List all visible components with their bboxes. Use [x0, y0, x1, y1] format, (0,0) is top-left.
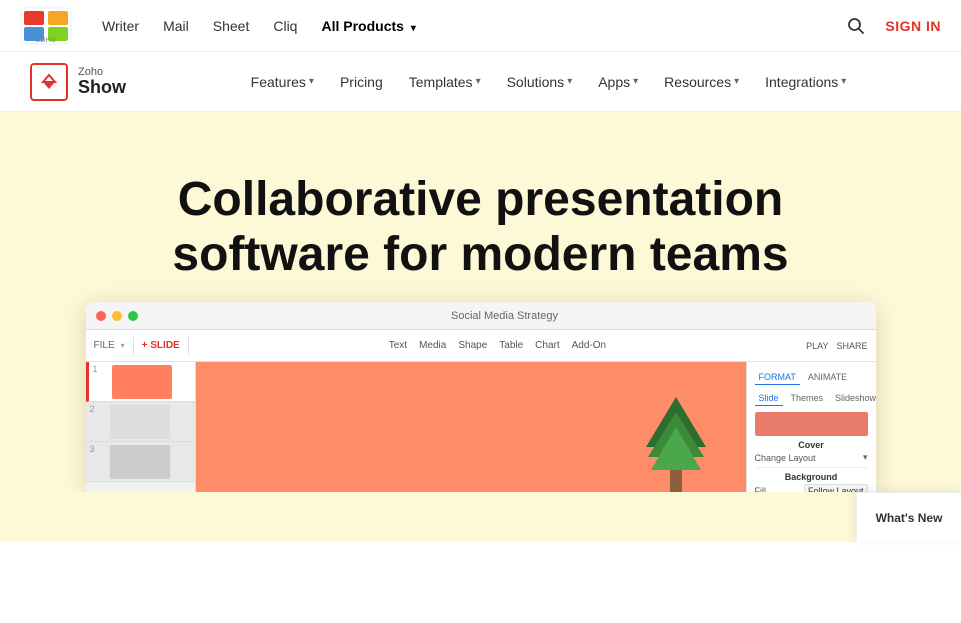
- nav-apps[interactable]: Apps ▾: [588, 68, 648, 96]
- zoho-logo[interactable]: ZOHO: [20, 7, 72, 45]
- play-button[interactable]: PLAY: [806, 341, 828, 351]
- whats-new-badge[interactable]: What's New: [856, 492, 961, 542]
- toolbar-right: PLAY SHARE: [806, 341, 867, 351]
- top-nav-sheet[interactable]: Sheet: [213, 18, 250, 34]
- tab-animate[interactable]: ANIMATE: [804, 370, 851, 385]
- top-nav-all-products[interactable]: All Products ▾: [321, 18, 415, 34]
- slide-thumb-3[interactable]: 3: [86, 442, 195, 482]
- layout-section-title: Cover: [755, 440, 868, 450]
- top-bar: ZOHO Writer Mail Sheet Cliq All Products…: [0, 0, 961, 52]
- slide-panel: 1 2 3: [86, 362, 196, 492]
- right-format-panel: FORMAT ANIMATE Slide Themes Slideshow Co…: [746, 362, 876, 492]
- layout-preview: [755, 412, 868, 436]
- features-chevron-icon: ▾: [309, 76, 314, 87]
- toolbar-add-slide-group: + SLIDE: [142, 340, 180, 351]
- app-title-bar: Social Media Strategy: [144, 310, 866, 322]
- product-nav: Zoho Show Features ▾ Pricing Templates ▾…: [0, 52, 961, 112]
- tool-chart[interactable]: Chart: [535, 340, 559, 351]
- format-panel-tabs: FORMAT ANIMATE: [755, 370, 868, 385]
- app-chrome: Social Media Strategy: [86, 302, 876, 330]
- tool-addon[interactable]: Add-On: [572, 340, 606, 351]
- app-main: 1 2 3: [86, 362, 876, 492]
- nav-solutions[interactable]: Solutions ▾: [497, 68, 583, 96]
- fill-row: Fill Follow Layout: [755, 484, 868, 492]
- integrations-chevron-icon: ▾: [841, 76, 846, 87]
- templates-chevron-icon: ▾: [476, 76, 481, 87]
- toolbar-sep-1: [133, 337, 134, 355]
- brand-show-label: Show: [78, 78, 126, 98]
- tab-slide[interactable]: Slide: [755, 391, 783, 406]
- brand-icon: [30, 63, 68, 101]
- panel-divider: [755, 467, 868, 468]
- toolbar-tools: Text Media Shape Table Chart Add-On: [197, 340, 798, 351]
- toolbar-file-chevron-icon: ▾: [121, 341, 125, 350]
- slide-num-3: 3: [90, 444, 95, 454]
- tab-format[interactable]: FORMAT: [755, 370, 800, 385]
- top-nav-writer[interactable]: Writer: [102, 18, 139, 34]
- nav-pricing[interactable]: Pricing: [330, 68, 393, 96]
- top-nav-mail[interactable]: Mail: [163, 18, 189, 34]
- product-nav-items: Features ▾ Pricing Templates ▾ Solutions…: [166, 68, 931, 96]
- brand-logo[interactable]: Zoho Show: [30, 63, 126, 101]
- tool-table[interactable]: Table: [499, 340, 523, 351]
- bg-section-title: Background: [755, 472, 868, 482]
- toolbar-file-group: FILE ▾: [94, 340, 125, 351]
- slide-thumb-2[interactable]: 2: [86, 402, 195, 442]
- window-close-dot: [96, 311, 106, 321]
- svg-text:ZOHO: ZOHO: [36, 37, 57, 44]
- top-bar-right: SIGN IN: [843, 13, 941, 39]
- change-layout-row: Change Layout ▾: [755, 452, 868, 463]
- brand-name: Zoho Show: [78, 66, 126, 98]
- nav-resources[interactable]: Resources ▾: [654, 68, 749, 96]
- hero-section: Collaborative presentation software for …: [0, 112, 961, 492]
- canvas-area: [196, 362, 746, 492]
- top-nav: Writer Mail Sheet Cliq All Products ▾: [102, 18, 843, 34]
- canvas-tree-illustration: [636, 392, 716, 492]
- share-button[interactable]: SHARE: [836, 341, 867, 351]
- tool-shape[interactable]: Shape: [458, 340, 487, 351]
- slide-thumb-1[interactable]: 1: [86, 362, 195, 402]
- tab-slideshow[interactable]: Slideshow: [831, 391, 875, 406]
- slide-num-1: 1: [93, 364, 98, 374]
- nav-integrations[interactable]: Integrations ▾: [755, 68, 856, 96]
- top-nav-cliq[interactable]: Cliq: [273, 18, 297, 34]
- window-minimize-dot: [112, 311, 122, 321]
- search-button[interactable]: [843, 13, 869, 39]
- slide-num-2: 2: [90, 404, 95, 414]
- change-layout-chevron-icon: ▾: [863, 452, 868, 463]
- toolbar-sep-2: [188, 337, 189, 355]
- slide-preview-2: [110, 405, 170, 439]
- change-layout-label: Change Layout: [755, 453, 816, 463]
- tab-themes[interactable]: Themes: [787, 391, 828, 406]
- nav-templates[interactable]: Templates ▾: [399, 68, 491, 96]
- tool-text[interactable]: Text: [389, 340, 407, 351]
- sign-in-button[interactable]: SIGN IN: [885, 18, 941, 34]
- slide-panel-tabs: Slide Themes Slideshow: [755, 391, 868, 406]
- slide-preview-1: [112, 365, 172, 399]
- toolbar-file-label[interactable]: FILE: [94, 340, 115, 351]
- nav-features[interactable]: Features ▾: [241, 68, 324, 96]
- app-screenshot: Social Media Strategy FILE ▾ + SLIDE Tex…: [86, 302, 876, 492]
- window-maximize-dot: [128, 311, 138, 321]
- app-toolbar: FILE ▾ + SLIDE Text Media Shape Table Ch…: [86, 330, 876, 362]
- brand-zoho-label: Zoho: [78, 66, 126, 78]
- fill-select[interactable]: Follow Layout: [804, 484, 868, 492]
- apps-chevron-icon: ▾: [633, 76, 638, 87]
- slide-preview-3: [110, 445, 170, 479]
- resources-chevron-icon: ▾: [734, 76, 739, 87]
- whats-new-area: What's New: [0, 492, 961, 542]
- hero-title: Collaborative presentation software for …: [161, 172, 801, 282]
- add-slide-button[interactable]: + SLIDE: [142, 340, 180, 351]
- tool-media[interactable]: Media: [419, 340, 446, 351]
- solutions-chevron-icon: ▾: [567, 76, 572, 87]
